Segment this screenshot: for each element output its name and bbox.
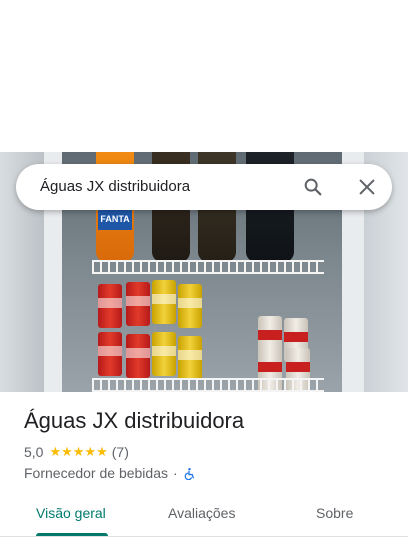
rating-value: 5,0 [24,444,44,460]
photo-can [126,282,150,326]
wheelchair-accessible-icon [184,467,194,480]
star-rating-icons: ★★★★★ [49,444,108,459]
photo-can [126,334,150,378]
photo-can [98,284,122,328]
photo-shelf [92,378,324,392]
photo-can [178,284,202,328]
search-input[interactable]: Águas JX distribuidora [40,178,190,195]
tab-about[interactable]: Sobre [316,505,353,521]
photo-can [152,280,176,324]
place-category: Fornecedor de bebidas [24,465,168,481]
rating-row[interactable]: 5,0 ★★★★★ (7) [24,444,129,460]
photo-can [178,336,202,380]
category-row: Fornecedor de bebidas · [24,465,196,481]
search-icon[interactable] [302,176,324,198]
photo-can [152,332,176,376]
search-bar[interactable]: Águas JX distribuidora [16,164,392,210]
tab-reviews[interactable]: Avaliações [168,505,235,521]
photo-shelf [92,260,324,274]
close-icon[interactable] [356,176,378,198]
place-title: Águas JX distribuidora [24,408,245,433]
map-blank-area [0,0,408,152]
tab-overview[interactable]: Visão geral [36,505,106,521]
photo-can [98,332,122,376]
review-count[interactable]: (7) [112,444,129,460]
separator-dot: · [173,465,178,481]
place-tabs: Visão geral Avaliações Sobre [0,500,408,540]
photo-bottle-label: FANTA [98,208,132,230]
tabs-divider [0,536,408,537]
